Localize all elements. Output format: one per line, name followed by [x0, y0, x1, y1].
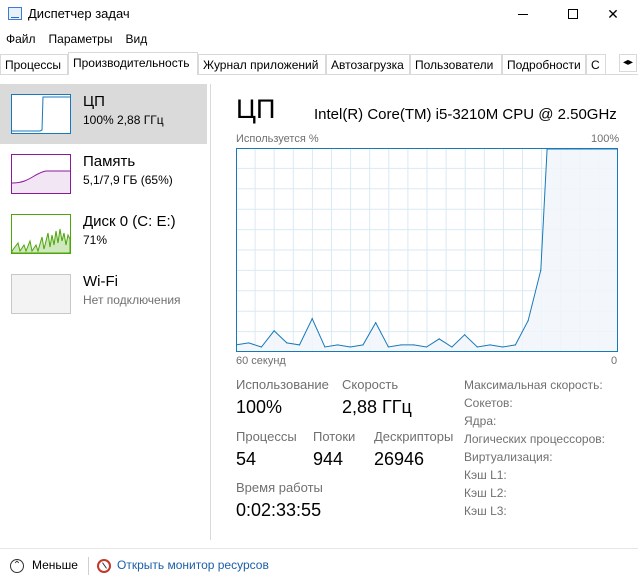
cpu-usage-point	[527, 320, 529, 322]
sidebar-item-wifi[interactable]: Wi-Fi Нет подключения	[0, 264, 207, 324]
collapse-up-icon[interactable]: ⌃	[10, 559, 24, 573]
menu-view[interactable]: Вид	[119, 30, 154, 50]
sidebar-item-title: Диск 0 (C: E:)	[83, 213, 176, 230]
cpu-usage-point	[375, 322, 377, 324]
sidebar-item-memory[interactable]: Память 5,1/7,9 ГБ (65%)	[0, 144, 207, 204]
spec-sockets-label: Сокетов:	[464, 396, 513, 410]
sidebar-item-subtitle: 5,1/7,9 ГБ (65%)	[83, 173, 173, 187]
chart-x-label: 60 секунд	[236, 355, 286, 367]
chart-y-max-label: 100%	[591, 133, 620, 145]
sidebar-item-subtitle: 71%	[83, 233, 108, 247]
window-title: Диспетчер задач	[28, 6, 130, 21]
spec-max-speed-label: Максимальная скорость:	[464, 378, 603, 392]
sidebar-item-title: Память	[83, 153, 136, 170]
chart-x-end-label: 0	[611, 355, 618, 367]
task-manager-icon	[8, 7, 22, 20]
usage-value: 100%	[236, 397, 283, 417]
cpu-usage-point	[273, 330, 275, 332]
memory-thumbnail-graph	[11, 154, 71, 194]
threads-label: Потоки	[313, 429, 356, 444]
cpu-model-name: Intel(R) Core(TM) i5-3210M CPU @ 2.50GHz	[314, 106, 617, 123]
cpu-usage-point	[451, 346, 453, 348]
tab-startup[interactable]: Автозагрузка	[326, 54, 410, 74]
cpu-usage-point	[425, 346, 428, 348]
sidebar-item-subtitle: 100% 2,88 ГГц	[83, 113, 164, 127]
handles-value: 26946	[374, 449, 425, 469]
tab-performance[interactable]: Производительность	[68, 52, 198, 75]
spec-logical-processors-label: Логических процессоров:	[464, 432, 605, 446]
tab-bar: Процессы Производительность Журнал прило…	[0, 52, 638, 75]
uptime-value: 0:02:33:55	[236, 500, 322, 520]
usage-label: Использование	[236, 377, 329, 392]
threads-value: 944	[313, 449, 344, 469]
menu-bar: Файл Параметры Вид	[0, 30, 154, 50]
speed-label: Скорость	[342, 377, 399, 392]
cpu-usage-point	[337, 344, 339, 346]
cpu-usage-point	[514, 344, 516, 346]
processes-label: Процессы	[236, 429, 297, 444]
spec-l3-cache-label: Кэш L3:	[464, 504, 507, 518]
footer-bar: ⌃ Меньше Открыть монитор ресурсов	[0, 548, 638, 583]
open-resource-monitor-link[interactable]: Открыть монитор ресурсов	[117, 558, 269, 572]
cpu-usage-point	[311, 318, 313, 320]
menu-options[interactable]: Параметры	[43, 30, 120, 50]
page-title: ЦП	[236, 94, 276, 124]
tab-details[interactable]: Подробности	[502, 54, 586, 74]
cpu-usage-point	[248, 342, 250, 344]
cpu-usage-point	[413, 344, 415, 346]
title-bar: Диспетчер задач ✕	[0, 0, 638, 28]
sidebar-item-title: Wi-Fi	[83, 273, 118, 290]
chart-y-label: Используется %	[236, 133, 319, 145]
cpu-usage-point	[464, 334, 466, 336]
cpu-usage-point	[362, 344, 364, 346]
cpu-usage-point	[438, 338, 440, 340]
maximize-icon	[568, 9, 578, 19]
resource-sidebar: ЦП 100% 2,88 ГГц Память 5,1/7,9 ГБ (65%)…	[0, 84, 211, 540]
uptime-label: Время работы	[236, 480, 323, 495]
speed-value: 2,88 ГГц	[342, 397, 412, 417]
cpu-usage-point	[489, 344, 491, 346]
cpu-usage-point	[502, 346, 504, 348]
cpu-usage-point	[387, 346, 389, 348]
cpu-usage-point	[298, 344, 301, 346]
cpu-usage-point	[400, 344, 402, 346]
processes-value: 54	[236, 449, 257, 469]
tab-scroll-button[interactable]: ◂▸	[619, 54, 637, 72]
cpu-usage-point	[349, 346, 351, 348]
wifi-thumbnail-graph	[11, 274, 71, 314]
cpu-usage-point	[286, 342, 288, 344]
footer-divider	[88, 557, 89, 575]
close-button[interactable]: ✕	[590, 0, 636, 28]
cpu-usage-point	[260, 346, 262, 348]
cpu-usage-point	[324, 346, 326, 348]
spec-l1-cache-label: Кэш L1:	[464, 468, 507, 482]
spec-virtualization-label: Виртуализация:	[464, 450, 553, 464]
sidebar-item-title: ЦП	[83, 93, 105, 110]
cpu-usage-point	[540, 269, 542, 271]
cpu-usage-svg	[235, 148, 618, 352]
tab-services[interactable]: С	[586, 54, 606, 74]
tab-processes[interactable]: Процессы	[0, 54, 68, 74]
cpu-usage-point	[476, 346, 478, 348]
sidebar-item-disk[interactable]: Диск 0 (C: E:) 71%	[0, 204, 207, 264]
spec-cores-label: Ядра:	[464, 414, 497, 428]
menu-file[interactable]: Файл	[0, 30, 43, 50]
cpu-usage-chart	[235, 148, 618, 352]
disk-thumbnail-graph	[11, 214, 71, 254]
sidebar-item-subtitle: Нет подключения	[83, 293, 181, 307]
handles-label: Дескрипторы	[374, 429, 454, 444]
tab-users[interactable]: Пользователи	[410, 54, 502, 74]
minimize-icon	[518, 13, 528, 15]
fewer-details-button[interactable]: Меньше	[32, 558, 78, 572]
cpu-thumbnail-graph	[11, 94, 71, 134]
spec-l2-cache-label: Кэш L2:	[464, 486, 507, 500]
sidebar-item-cpu[interactable]: ЦП 100% 2,88 ГГц	[0, 84, 207, 144]
minimize-button[interactable]	[500, 0, 546, 28]
tab-app-history[interactable]: Журнал приложений	[198, 54, 326, 74]
resource-monitor-icon[interactable]	[97, 559, 111, 573]
